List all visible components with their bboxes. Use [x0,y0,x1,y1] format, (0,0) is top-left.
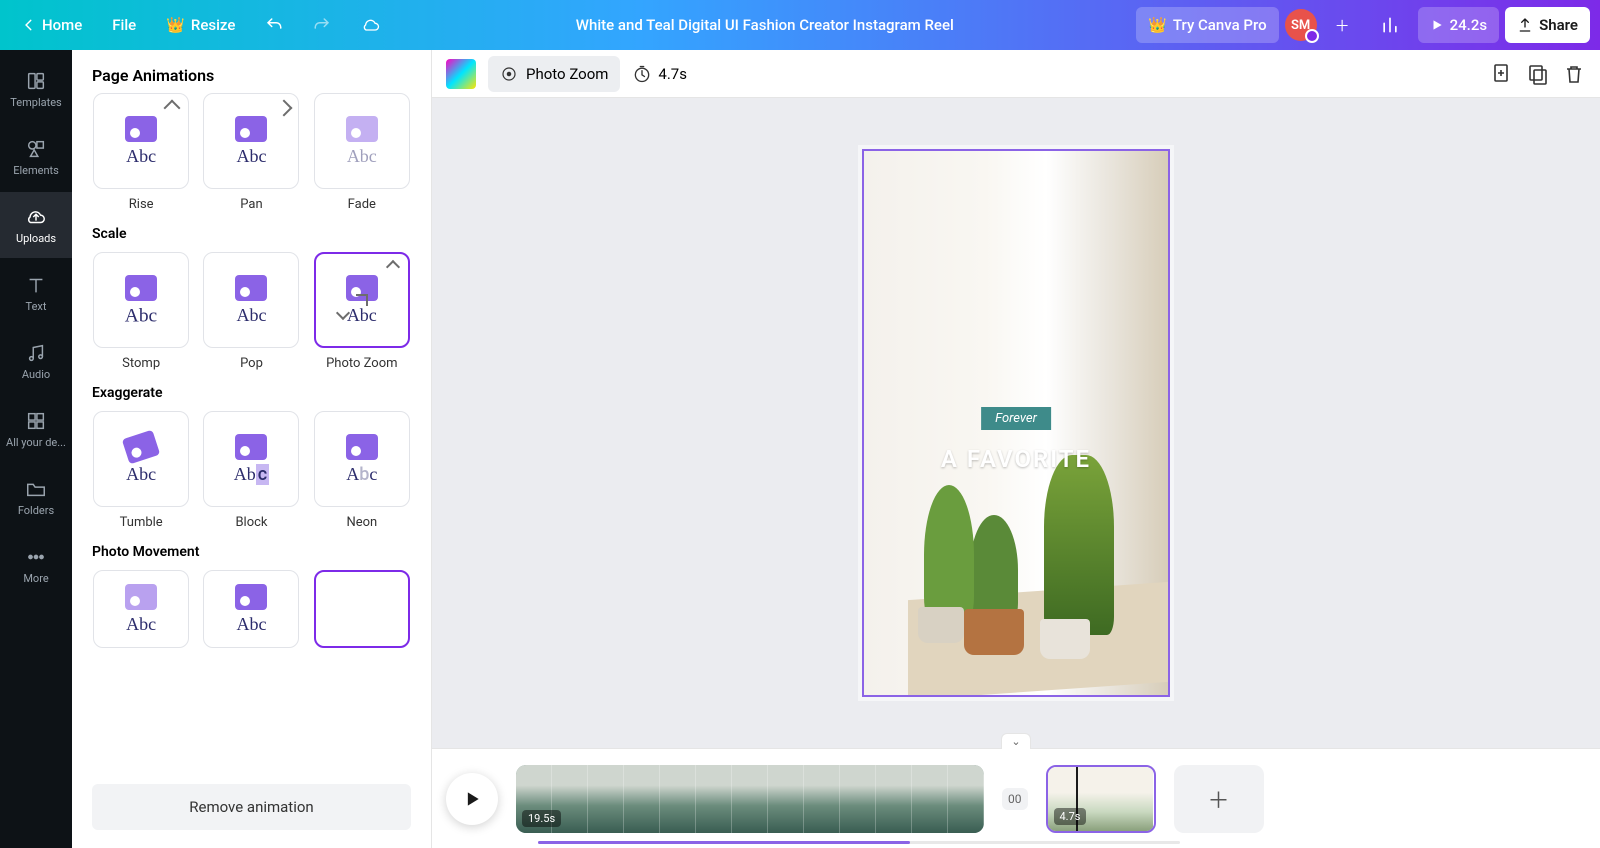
crown-icon: 👑 [1148,16,1167,34]
section-exaggerate: Exaggerate [92,385,411,401]
rail-templates[interactable]: Templates [0,56,72,122]
anim-rise[interactable]: Abc [93,93,189,189]
audio-icon [25,342,47,364]
cloud-icon [361,15,381,35]
insights-button[interactable] [1368,7,1412,43]
animation-list[interactable]: AbcRise AbcPan AbcFade Scale AbcStomp Ab… [72,93,431,770]
back-button[interactable]: Home [10,7,94,43]
rail-all-designs[interactable]: All your de... [0,396,72,462]
anim-pop[interactable]: Abc [203,252,299,348]
timeline-clip-1[interactable]: 19.5s [516,765,984,833]
rail-elements[interactable]: Elements [0,124,72,190]
side-panel-title: Page Animations [72,50,431,93]
avatar[interactable]: SM [1285,9,1317,41]
rail-more[interactable]: More [0,532,72,598]
transition-gap[interactable]: 00 [1002,788,1028,810]
home-label: Home [42,16,82,34]
trash-icon[interactable] [1562,62,1586,86]
add-page-icon[interactable] [1490,62,1514,86]
section-photo-movement: Photo Movement [92,544,411,560]
anim-photo-zoom[interactable]: Abc [314,252,410,348]
share-icon [1517,17,1533,33]
add-page-button[interactable]: ＋ [1174,765,1264,833]
anim-block[interactable]: Abc [203,411,299,507]
anim-pm-2[interactable]: Abc [203,570,299,648]
play-duration-button[interactable]: 24.2s [1418,7,1499,43]
folder-icon [25,478,47,500]
anim-pm-3[interactable] [314,570,410,648]
section-scale: Scale [92,226,411,242]
rail-uploads[interactable]: Uploads [0,192,72,258]
anim-tumble[interactable]: Abc [93,411,189,507]
templates-icon [25,70,47,92]
try-pro-button[interactable]: 👑 Try Canva Pro [1136,7,1278,43]
undo-icon [265,16,283,34]
canvas-tag[interactable]: Forever [981,407,1051,430]
animation-icon [500,65,518,83]
resize-button[interactable]: 👑 Resize [154,7,247,43]
anim-stomp[interactable]: Abc [93,252,189,348]
top-bar: Home File 👑 Resize White and Teal Digita… [0,0,1600,50]
elements-icon [25,138,47,160]
chevron-left-icon [22,18,36,32]
crown-icon: 👑 [166,16,185,34]
anim-pm-1[interactable]: Abc [93,570,189,648]
document-title[interactable]: White and Teal Digital UI Fashion Creato… [399,16,1130,34]
context-bar: Photo Zoom 4.7s [432,50,1600,98]
anim-pan[interactable]: Abc [203,93,299,189]
clip2-duration: 4.7s [1054,808,1087,825]
canvas-title[interactable]: A FAVORITE [864,445,1168,473]
redo-button[interactable] [301,7,343,43]
play-button[interactable] [446,773,498,825]
play-icon [1430,18,1444,32]
object-rail: Templates Elements Uploads Text Audio Al… [0,50,72,848]
side-panel: Page Animations AbcRise AbcPan AbcFade S… [72,50,432,848]
redo-icon [313,16,331,34]
timing-button[interactable]: 4.7s [632,64,687,84]
remove-animation-button[interactable]: Remove animation [92,784,411,830]
more-icon [25,546,47,568]
uploads-icon [25,206,47,228]
rail-audio[interactable]: Audio [0,328,72,394]
clip1-duration: 19.5s [522,810,561,827]
add-collaborator-button[interactable]: ＋ [1323,7,1362,43]
timeline-scrollbar[interactable] [538,841,1180,844]
anim-neon[interactable]: Abc [314,411,410,507]
chart-icon [1380,15,1400,35]
cloud-status[interactable] [349,7,393,43]
collapse-timeline-button[interactable]: ⌄ [1001,733,1031,749]
undo-button[interactable] [253,7,295,43]
grid-icon [25,410,47,432]
timeline-clip-2[interactable]: 4.7s [1046,765,1156,833]
file-menu[interactable]: File [100,7,148,43]
clock-icon [632,64,652,84]
anim-fade[interactable]: Abc [314,93,410,189]
share-button[interactable]: Share [1505,7,1590,43]
duplicate-icon[interactable] [1526,62,1550,86]
play-icon [462,789,482,809]
canvas-area[interactable]: Forever A FAVORITE [432,98,1600,748]
background-color-swatch[interactable] [446,59,476,89]
page[interactable]: Forever A FAVORITE [862,149,1170,697]
text-icon [25,274,47,296]
timeline: ⌄ 19.5s 00 4.7s ＋ [432,748,1600,848]
rail-folders[interactable]: Folders [0,464,72,530]
rail-text[interactable]: Text [0,260,72,326]
animation-pill[interactable]: Photo Zoom [488,56,620,92]
